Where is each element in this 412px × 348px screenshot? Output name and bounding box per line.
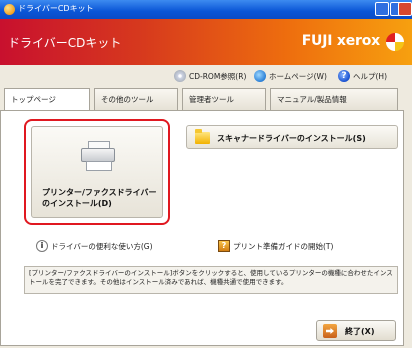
printer-install-highlight: プリンター/ファクスドライバーのインストール(D) [24,119,170,225]
guide-icon: ? [218,240,230,252]
print-guide-link[interactable]: ? プリント準備ガイドの開始(T) [218,239,333,253]
scanner-install-button[interactable]: スキャナードライバーのインストール(S) [186,125,398,149]
title-bar: ドライバーCDキット [0,0,412,19]
close-button[interactable] [398,2,412,16]
banner: ドライバーCDキット FUJI xerox [0,19,412,65]
app-name: ドライバーCDキット [8,36,122,50]
printer-install-button[interactable]: プリンター/ファクスドライバーのインストール(D) [31,126,163,218]
printer-icon [81,141,115,171]
exit-icon [323,324,337,338]
info-icon: i [36,240,48,252]
homepage-label: ホームページ(W) [269,71,327,81]
driver-usage-label: ドライバーの便利な使い方(G) [51,241,153,251]
app-window: ドライバーCDキット ドライバーCDキット FUJI xerox CD-ROM参… [0,0,412,348]
folder-icon [195,129,210,144]
printer-install-label: プリンター/ファクスドライバーのインストール(D) [42,188,157,208]
homepage-link[interactable]: ホームページ(W) [254,69,327,83]
tab-bar: トップページ その他のツール 管理者ツール マニュアル/製品情報 [0,88,412,111]
driver-usage-link[interactable]: i ドライバーの便利な使い方(G) [36,239,153,253]
scanner-install-label: スキャナードライバーのインストール(S) [217,134,366,143]
brand-logo-text: FUJI xerox [301,33,381,49]
tab-admin-tools[interactable]: 管理者ツール [182,88,266,110]
exit-button[interactable]: 終了(X) [316,320,396,341]
cdrom-browse-label: CD-ROM参照(R) [189,71,247,81]
minimize-button[interactable] [375,2,389,16]
help-icon: ? [338,70,350,82]
brand-logo-icon [386,33,404,51]
help-label: ヘルプ(H) [353,71,387,81]
top-links: CD-ROM参照(R) ホームページ(W) ? ヘルプ(H) [0,65,412,87]
description-box: [プリンター/ファクスドライバーのインストール]ボタンをクリックすると、使用して… [24,266,398,294]
tab-manual-info[interactable]: マニュアル/製品情報 [270,88,398,110]
cd-icon [174,70,186,82]
globe-icon [254,70,266,82]
cd-kit-icon [4,4,15,15]
window-title: ドライバーCDキット [18,4,94,13]
tab-top-page[interactable]: トップページ [4,88,90,111]
exit-label: 終了(X) [345,327,375,336]
tab-other-tools[interactable]: その他のツール [94,88,178,110]
help-link[interactable]: ? ヘルプ(H) [338,69,387,83]
print-guide-label: プリント準備ガイドの開始(T) [233,241,334,251]
cdrom-browse-link[interactable]: CD-ROM参照(R) [174,69,246,83]
